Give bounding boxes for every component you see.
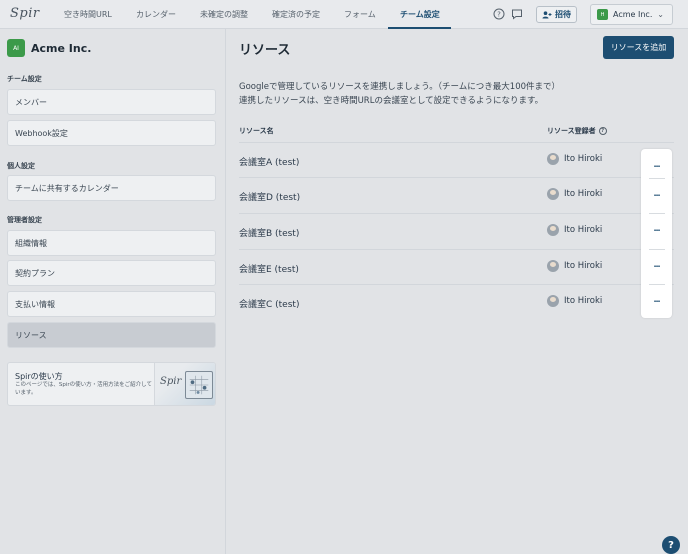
resource-name: 会議室B (test) — [239, 229, 300, 239]
main-content: リソース リソースを追加 Googleで管理しているリソースを連携しましょう。（… — [226, 29, 688, 554]
column-header-owner-label: リソース登録者 — [547, 127, 596, 135]
sidebar-item-organization[interactable]: 組織情報 — [7, 230, 216, 256]
section-personal-settings: 個人設定 — [7, 162, 35, 170]
sidebar-item-plan[interactable]: 契約プラン — [7, 260, 216, 286]
sidebar-item-resources[interactable]: リソース — [7, 322, 216, 348]
resource-owner: Ito Hiroki — [547, 295, 602, 307]
nav-unconfirmed[interactable]: 未確定の調整 — [200, 0, 248, 29]
help-chat-button[interactable]: ? — [662, 536, 680, 554]
help-card-logo: Spir — [160, 376, 182, 387]
table-row: 会議室C (test) Ito Hiroki — [239, 284, 674, 319]
resource-owner: Ito Hiroki — [547, 153, 602, 165]
row-menu-button[interactable]: ··· — [641, 284, 672, 319]
sidebar-item-webhook[interactable]: Webhook設定 — [7, 120, 216, 146]
description-line-2: 連携したリソースは、空き時間URLの会議室として設定できるようになります。 — [239, 96, 544, 106]
avatar — [547, 260, 559, 272]
resource-owner: Ito Hiroki — [547, 188, 602, 200]
org-switcher[interactable]: H Acme Inc. ⌄ — [590, 4, 673, 25]
sidebar-org-header: AI Acme Inc. — [7, 39, 91, 57]
help-card-description: このページでは、Spirの使い方・活用方法をご紹介しています。 — [15, 382, 152, 396]
settings-sidebar: AI Acme Inc. チーム設定 メンバー Webhook設定 個人設定 チ… — [0, 29, 226, 554]
table-row: 会議室E (test) Ito Hiroki — [239, 249, 674, 284]
avatar — [547, 224, 559, 236]
chevron-down-icon: ⌄ — [657, 10, 664, 19]
row-menu-button[interactable]: ··· — [641, 178, 672, 213]
chat-bubble-icon[interactable] — [511, 8, 523, 20]
calendar-illustration-icon — [185, 371, 213, 399]
svg-text:?: ? — [497, 11, 501, 19]
table-row: 会議室A (test) Ito Hiroki — [239, 142, 674, 177]
sidebar-item-shared-calendars[interactable]: チームに共有するカレンダー — [7, 175, 216, 201]
table-row: 会議室D (test) Ito Hiroki — [239, 177, 674, 212]
org-switcher-name: Acme Inc. — [613, 10, 653, 19]
row-menu-button[interactable]: ··· — [641, 213, 672, 248]
nav-free-slots-url[interactable]: 空き時間URL — [64, 0, 112, 29]
section-admin-settings: 管理者設定 — [7, 216, 42, 224]
row-menu-button[interactable]: ··· — [641, 249, 672, 284]
avatar — [547, 188, 559, 200]
page-title: リソース — [239, 43, 291, 58]
top-navigation: Spir 空き時間URL カレンダー 未確定の調整 確定済の予定 フォーム チー… — [0, 0, 688, 29]
owner-name: Ito Hiroki — [564, 189, 603, 199]
owner-name: Ito Hiroki — [564, 261, 603, 271]
resource-name: 会議室A (test) — [239, 158, 300, 168]
column-header-name-label: リソース名 — [239, 127, 274, 135]
resource-name: 会議室E (test) — [239, 265, 299, 275]
org-avatar: H — [597, 9, 608, 20]
org-avatar: AI — [7, 39, 25, 57]
add-user-icon — [542, 10, 552, 18]
nav-calendar[interactable]: カレンダー — [136, 0, 176, 29]
help-card-illustration: Spir — [154, 363, 215, 405]
org-name: Acme Inc. — [31, 41, 92, 55]
owner-name: Ito Hiroki — [564, 154, 603, 164]
owner-name: Ito Hiroki — [564, 225, 603, 235]
nav-confirmed[interactable]: 確定済の予定 — [272, 0, 320, 29]
column-header-name: リソース名 — [239, 126, 274, 136]
invite-label: 招待 — [555, 10, 571, 19]
question-circle-icon[interactable]: ? — [493, 8, 505, 20]
column-header-owner: リソース登録者 ? — [547, 126, 607, 136]
add-resource-button[interactable]: リソースを追加 — [603, 36, 674, 59]
avatar — [547, 153, 559, 165]
resource-owner: Ito Hiroki — [547, 260, 602, 272]
nav-form[interactable]: フォーム — [344, 0, 376, 29]
table-row: 会議室B (test) Ito Hiroki — [239, 213, 674, 248]
section-team-settings: チーム設定 — [7, 75, 42, 83]
question-circle-icon[interactable]: ? — [598, 127, 607, 135]
sidebar-item-members[interactable]: メンバー — [7, 89, 216, 115]
resource-owner: Ito Hiroki — [547, 224, 602, 236]
invite-button[interactable]: 招待 — [536, 6, 577, 23]
nav-team-settings[interactable]: チーム設定 — [400, 0, 440, 29]
sidebar-item-billing[interactable]: 支払い情報 — [7, 291, 216, 317]
resource-name: 会議室C (test) — [239, 300, 300, 310]
description-line-1: Googleで管理しているリソースを連携しましょう。（チームにつき最大100件ま… — [239, 82, 561, 92]
spir-logo[interactable]: Spir — [10, 6, 40, 21]
row-menu-column: ··· ··· ··· ··· ··· — [641, 149, 672, 318]
resource-name: 会議室D (test) — [239, 193, 301, 203]
owner-name: Ito Hiroki — [564, 296, 603, 306]
avatar — [547, 295, 559, 307]
how-to-use-card[interactable]: Spirの使い方 このページでは、Spirの使い方・活用方法をご紹介しています。… — [7, 362, 216, 406]
